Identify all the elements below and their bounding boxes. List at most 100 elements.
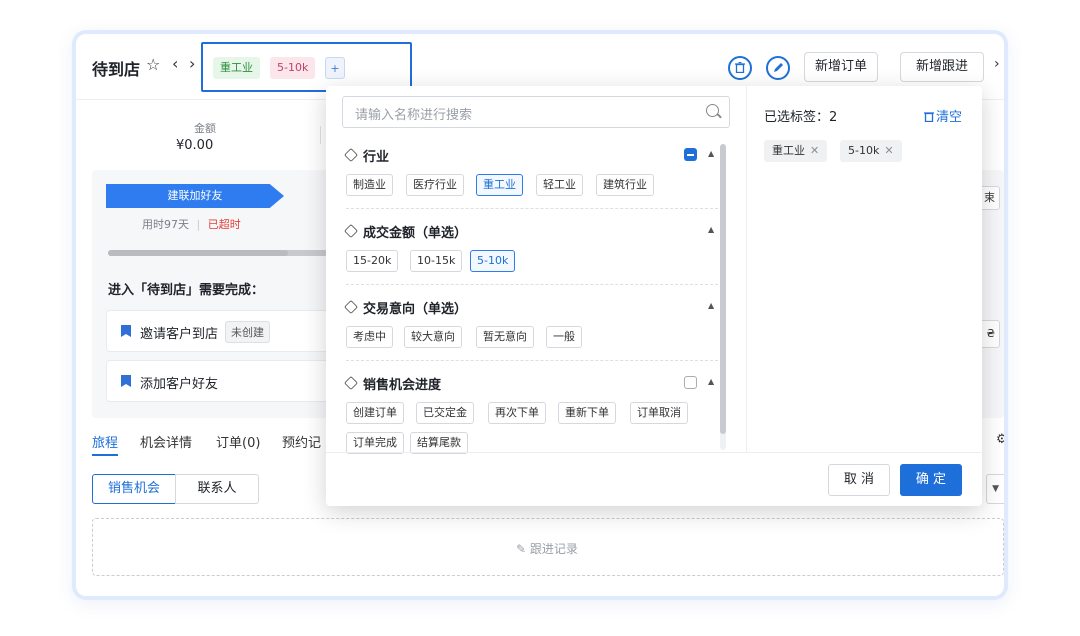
header-tag-industry: 重工业 bbox=[213, 57, 260, 79]
tag-option[interactable]: 订单取消 bbox=[630, 402, 688, 424]
new-follow-button[interactable]: 新增跟进 bbox=[900, 52, 984, 82]
tag-option[interactable]: 订单完成 bbox=[346, 432, 404, 454]
divider bbox=[326, 452, 982, 453]
trash-icon bbox=[924, 112, 934, 123]
tag-option[interactable]: 创建订单 bbox=[346, 402, 404, 424]
add-tag-button[interactable]: + bbox=[325, 57, 345, 79]
search-input[interactable]: 请输入名称进行搜索 bbox=[342, 96, 730, 128]
tab-appointments[interactable]: 预约记 bbox=[282, 432, 321, 451]
close-icon[interactable]: ✕ bbox=[884, 144, 893, 157]
tag-icon bbox=[343, 375, 359, 391]
stage-progress-fill bbox=[108, 250, 289, 256]
stage-step-current[interactable]: 建联加好友 bbox=[106, 184, 284, 208]
amount-label: 金额 bbox=[194, 122, 216, 135]
tag-option[interactable]: 建筑行业 bbox=[596, 174, 654, 196]
chevron-right-icon[interactable]: › bbox=[994, 56, 1000, 72]
app-frame: 待到店 ☆ ‹ › 重工业 5-10k + 新增订单 新增跟进 › 金额 ¥0.… bbox=[72, 30, 1008, 600]
tag-option[interactable]: 考虑中 bbox=[346, 326, 393, 348]
star-icon[interactable]: ☆ bbox=[146, 55, 160, 74]
pencil-icon: ✎ bbox=[516, 542, 530, 556]
divider bbox=[346, 360, 718, 361]
search-placeholder: 请输入名称进行搜索 bbox=[355, 108, 473, 123]
collapse-icon[interactable]: ▲ bbox=[708, 377, 714, 386]
category-title-text: 交易意向（单选） bbox=[363, 302, 468, 317]
tag-option[interactable]: 重新下单 bbox=[558, 402, 616, 424]
tag-option[interactable]: 医疗行业 bbox=[406, 174, 464, 196]
chevron-right-icon[interactable]: › bbox=[189, 54, 195, 73]
stage-overdue: 已超时 bbox=[207, 218, 241, 231]
tag-option-selected[interactable]: 重工业 bbox=[476, 174, 523, 196]
category-title-text: 成交金额（单选） bbox=[363, 226, 468, 241]
tag-option[interactable]: 暂无意向 bbox=[476, 326, 534, 348]
tag-option[interactable]: 一般 bbox=[546, 326, 582, 348]
tag-icon bbox=[343, 147, 359, 163]
divider bbox=[320, 126, 321, 144]
divider bbox=[746, 86, 747, 452]
selected-tag-label: 5-10k bbox=[848, 144, 880, 157]
tag-select-popup: 请输入名称进行搜索 行业 ▲ 制造业 医疗行业 重工业 轻工业 建筑行业 成交金… bbox=[326, 86, 982, 506]
stage-time-used: 用时97天 bbox=[142, 218, 189, 231]
amount-value: ¥0.00 bbox=[176, 138, 214, 153]
follow-record-label: ✎ 跟进记录 bbox=[516, 540, 578, 557]
tag-option[interactable]: 制造业 bbox=[346, 174, 393, 196]
tag-option[interactable]: 再次下单 bbox=[488, 402, 546, 424]
task-status-badge: 未创建 bbox=[225, 321, 270, 343]
delete-icon[interactable] bbox=[728, 56, 752, 80]
divider bbox=[346, 284, 718, 285]
stage-time: 用时97天 | 已超时 bbox=[142, 218, 241, 231]
tag-option[interactable]: 较大意向 bbox=[404, 326, 462, 348]
chevron-down-icon[interactable]: ▼ bbox=[986, 474, 1004, 504]
new-order-button[interactable]: 新增订单 bbox=[804, 52, 878, 82]
selected-tag-label: 重工业 bbox=[772, 144, 805, 157]
chevron-left-icon[interactable]: ‹ bbox=[172, 54, 178, 73]
tag-icon bbox=[343, 223, 359, 239]
category-checkbox[interactable] bbox=[684, 376, 697, 389]
task-invite[interactable]: 邀请客户到店 未创建 bbox=[106, 310, 336, 352]
category-title-text: 销售机会进度 bbox=[363, 378, 442, 393]
tag-option[interactable]: 10-15k bbox=[410, 250, 463, 272]
scrollbar-thumb[interactable] bbox=[720, 144, 726, 434]
divider bbox=[346, 208, 718, 209]
cancel-button[interactable]: 取 消 bbox=[828, 464, 890, 496]
segment-sales-opportunity[interactable]: 销售机会 bbox=[92, 474, 176, 504]
category-title: 行业 bbox=[343, 146, 390, 165]
clear-label: 清空 bbox=[936, 110, 963, 125]
bookmark-icon bbox=[121, 325, 131, 337]
category-title: 交易意向（单选） bbox=[343, 298, 468, 317]
collapse-icon[interactable]: ▲ bbox=[708, 301, 714, 310]
tag-option-selected[interactable]: 5-10k bbox=[470, 250, 516, 272]
gear-icon[interactable]: ⚙ bbox=[996, 432, 1004, 447]
app-content: 待到店 ☆ ‹ › 重工业 5-10k + 新增订单 新增跟进 › 金额 ¥0.… bbox=[76, 34, 1004, 596]
tab-underline bbox=[92, 454, 118, 456]
tab-journey[interactable]: 旅程 bbox=[92, 432, 118, 451]
close-icon[interactable]: ✕ bbox=[810, 144, 819, 157]
segment-contacts[interactable]: 联系人 bbox=[175, 474, 259, 504]
requirements-title: 进入「待到店」需要完成： bbox=[108, 283, 265, 298]
task-label: 添加客户好友 bbox=[140, 377, 219, 392]
confirm-button[interactable]: 确 定 bbox=[900, 464, 962, 496]
stage-progress-bar bbox=[108, 250, 328, 256]
header-tag-amount: 5-10k bbox=[270, 57, 316, 79]
tag-option[interactable]: 15-20k bbox=[346, 250, 399, 272]
tag-option[interactable]: 轻工业 bbox=[536, 174, 583, 196]
follow-record-text: 跟进记录 bbox=[529, 542, 578, 556]
tab-orders[interactable]: 订单(0) bbox=[216, 432, 260, 451]
tag-option[interactable]: 结算尾款 bbox=[410, 432, 468, 454]
clear-button[interactable]: 清空 bbox=[924, 106, 962, 125]
selected-tag-chip[interactable]: 重工业 ✕ bbox=[764, 140, 828, 162]
collapse-icon[interactable]: ▲ bbox=[708, 149, 714, 158]
page-title: 待到店 bbox=[92, 60, 141, 79]
category-title-text: 行业 bbox=[363, 150, 390, 165]
tag-icon bbox=[343, 299, 359, 315]
edit-icon[interactable] bbox=[766, 56, 790, 80]
tag-option[interactable]: 已交定金 bbox=[416, 402, 474, 424]
task-add-friend[interactable]: 添加客户好友 bbox=[106, 360, 336, 402]
collapse-icon[interactable]: ▲ bbox=[708, 225, 714, 234]
category-title: 成交金额（单选） bbox=[343, 222, 468, 241]
task-label: 邀请客户到店 bbox=[140, 327, 219, 342]
category-checkbox[interactable] bbox=[684, 148, 697, 161]
tab-opportunity-detail[interactable]: 机会详情 bbox=[140, 432, 192, 451]
category-title: 销售机会进度 bbox=[343, 374, 442, 393]
selected-tag-chip[interactable]: 5-10k ✕ bbox=[840, 140, 902, 162]
bookmark-icon bbox=[121, 375, 131, 387]
